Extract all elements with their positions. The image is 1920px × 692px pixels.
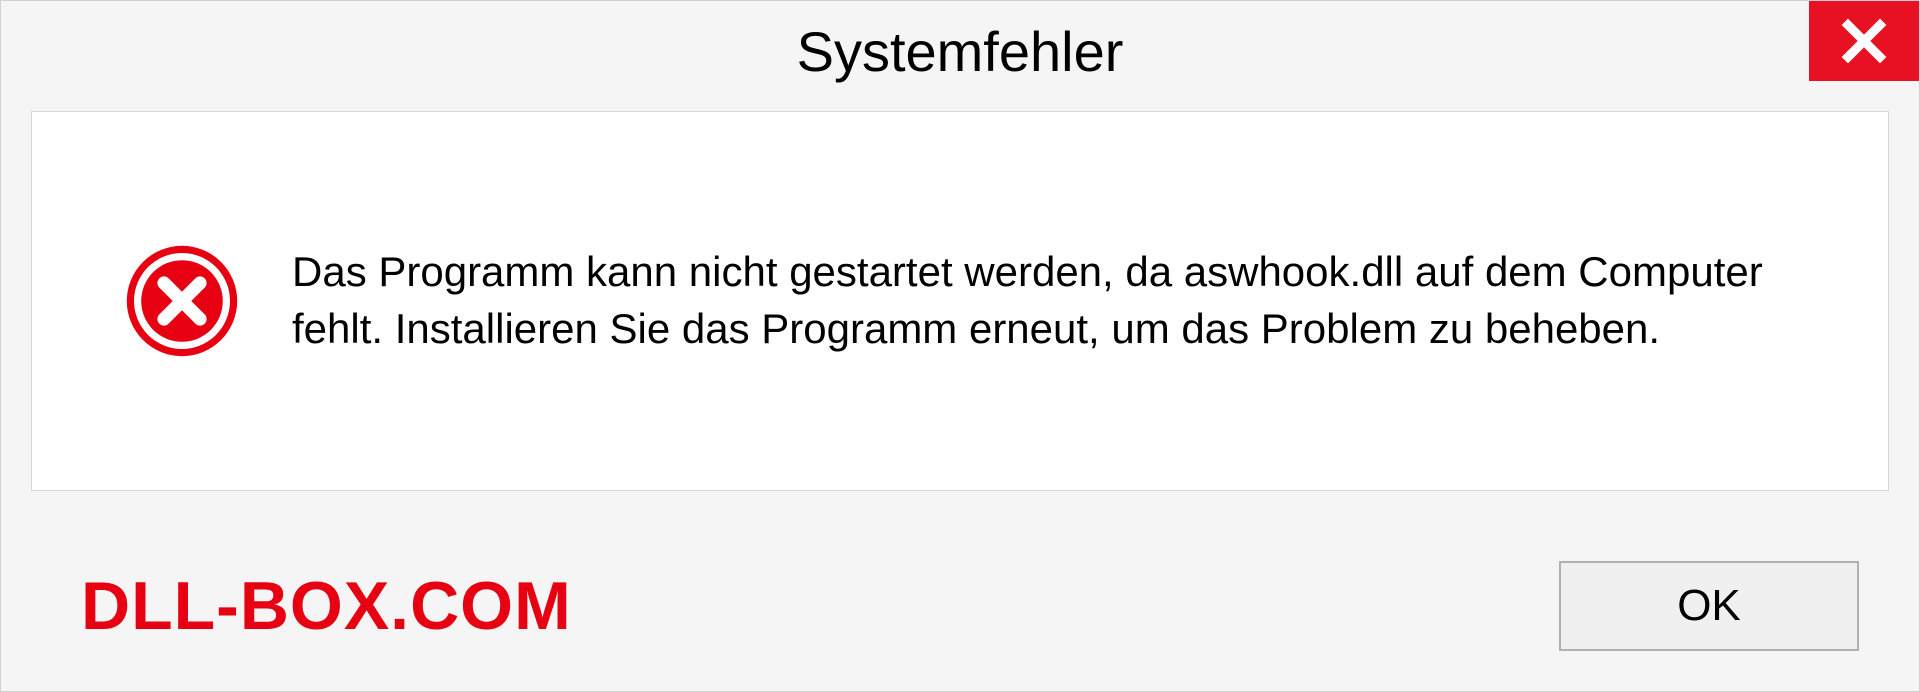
close-icon <box>1840 17 1888 65</box>
error-message: Das Programm kann nicht gestartet werden… <box>292 244 1828 357</box>
dialog-footer: DLL-BOX.COM OK <box>1 521 1919 691</box>
dialog-title: Systemfehler <box>797 19 1124 84</box>
titlebar: Systemfehler <box>1 1 1919 101</box>
error-icon <box>122 241 242 361</box>
watermark-text: DLL-BOX.COM <box>81 567 572 645</box>
error-dialog: Systemfehler Das Programm kann nicht ges… <box>0 0 1920 692</box>
close-button[interactable] <box>1809 1 1919 81</box>
content-panel: Das Programm kann nicht gestartet werden… <box>31 111 1889 491</box>
ok-button[interactable]: OK <box>1559 561 1859 651</box>
